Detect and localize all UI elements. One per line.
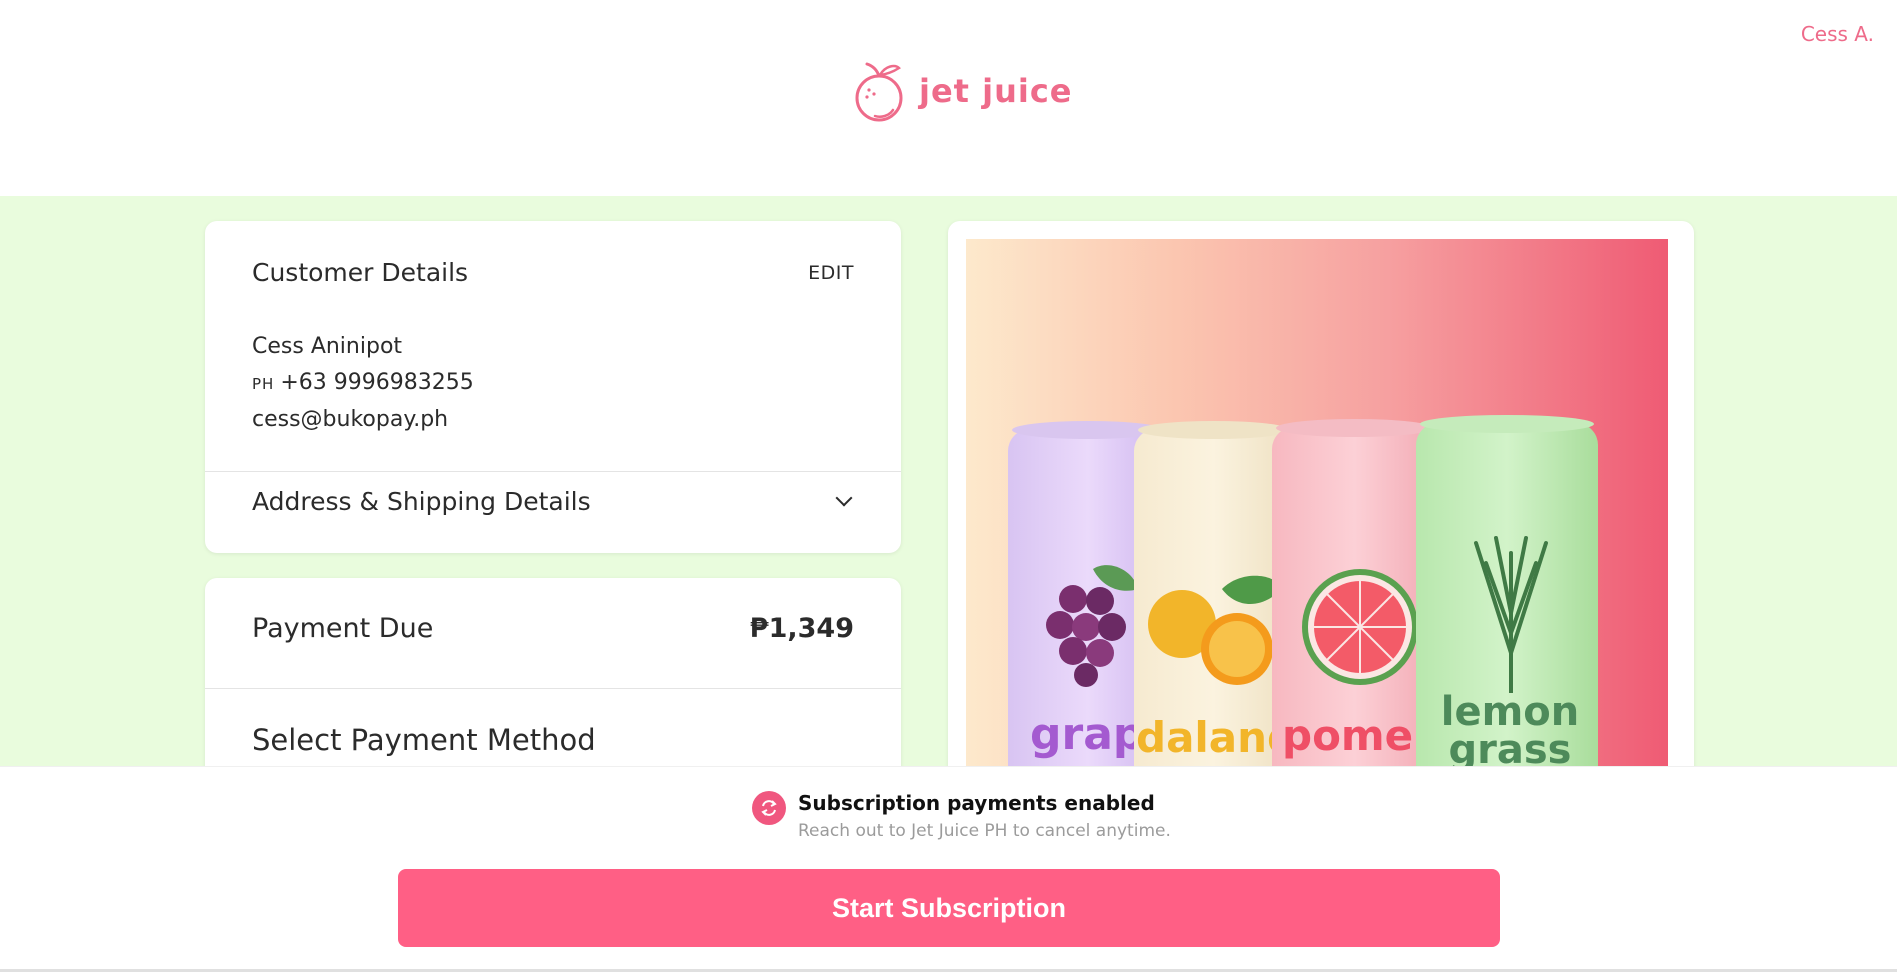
payment-card: Payment Due ₱1,349 Select Payment Method (205, 578, 901, 766)
lemongrass-can: lemon grass (1416, 415, 1598, 766)
repeat-icon (752, 791, 786, 825)
subscription-title: Subscription payments enabled (798, 791, 1155, 815)
product-image-card: grap dalandan pomelo lemon grass (948, 221, 1694, 766)
product-image: grap dalandan pomelo lemon grass (966, 239, 1668, 766)
edit-button[interactable]: EDIT (808, 262, 854, 284)
payment-due-amount: ₱1,349 (749, 613, 854, 644)
address-shipping-toggle[interactable]: Address & Shipping Details (252, 479, 854, 523)
subscription-footer: Subscription payments enabled Reach out … (0, 766, 1897, 972)
can-lid (1276, 419, 1433, 437)
address-shipping-title: Address & Shipping Details (252, 486, 591, 516)
select-payment-method-title: Select Payment Method (252, 723, 596, 757)
orange-fruit-icon (855, 62, 903, 122)
start-subscription-button[interactable]: Start Subscription (398, 869, 1500, 947)
customer-details-header: Customer Details EDIT (252, 258, 854, 287)
brand-logo[interactable]: jet juice (853, 58, 1073, 124)
can-lid (1138, 421, 1290, 439)
customer-email: cess@bukopay.ph (252, 407, 449, 432)
divider (205, 688, 901, 689)
customer-details-card: Customer Details EDIT Cess Aninipot PH +6… (205, 221, 901, 553)
customer-info: Cess Aninipot PH +63 9996983255 cess@buko… (252, 329, 474, 438)
divider (205, 471, 901, 472)
lemongrass-icon (1474, 536, 1548, 693)
customer-phone: +63 9996983255 (280, 370, 474, 395)
can-label-lemongrass: lemon grass (1440, 689, 1580, 766)
subscription-description: Reach out to Jet Juice PH to cancel anyt… (798, 821, 1171, 841)
subscription-notice: Subscription payments enabled Reach out … (752, 791, 1171, 841)
payment-due-row: Payment Due ₱1,349 (252, 613, 854, 644)
payment-due-label: Payment Due (252, 613, 434, 644)
orange-icon (1148, 575, 1282, 685)
page-header: jet juice Cess A. (0, 0, 1897, 196)
pomelo-icon (1302, 569, 1418, 685)
checkout-main: Customer Details EDIT Cess Aninipot PH +6… (0, 196, 1897, 766)
chevron-down-icon (835, 489, 853, 507)
can-label-grape: grap (1030, 709, 1145, 760)
brand-name: jet juice (919, 72, 1073, 110)
user-account-link[interactable]: Cess A. (1801, 22, 1874, 46)
customer-details-title: Customer Details (252, 258, 469, 287)
phone-country-code: PH (252, 375, 275, 393)
customer-name: Cess Aninipot (252, 334, 403, 359)
pomelo-can: pomelo (1272, 419, 1456, 766)
customer-phone-row: PH +63 9996983255 (252, 365, 474, 402)
grape-icon (1046, 565, 1138, 687)
can-lid (1420, 415, 1594, 433)
subscription-text: Subscription payments enabled Reach out … (798, 791, 1171, 841)
dalandan-can: dalandan (1134, 421, 1355, 766)
